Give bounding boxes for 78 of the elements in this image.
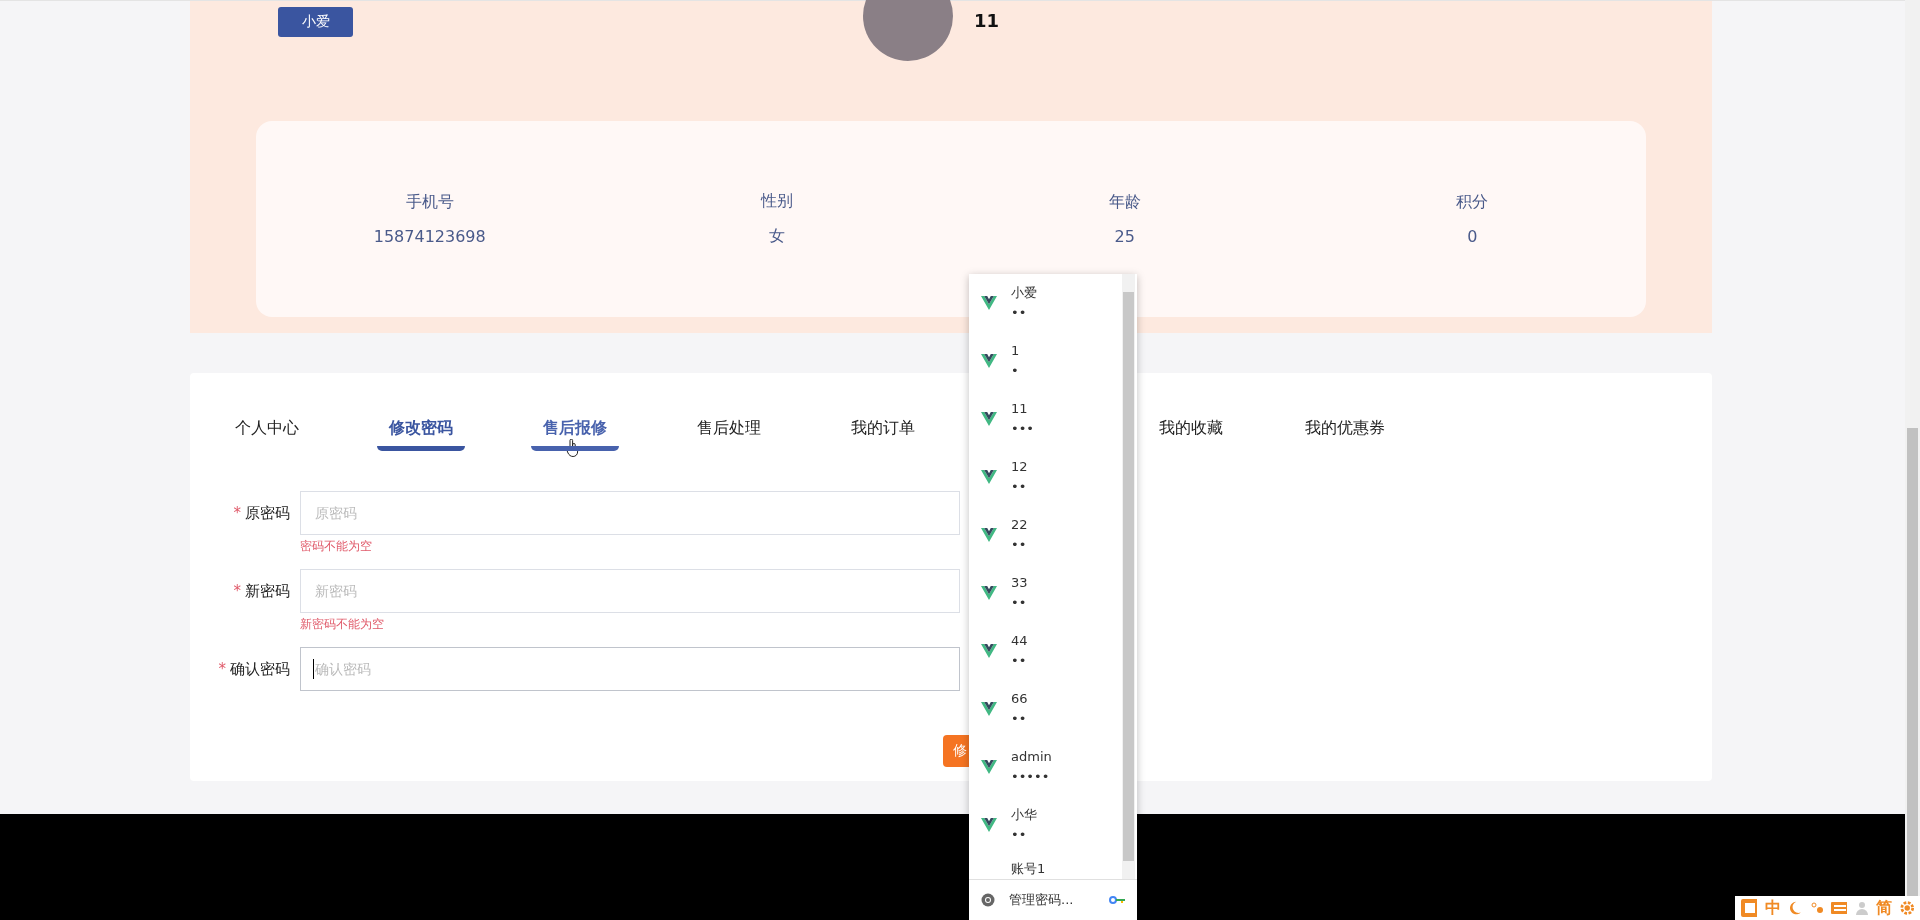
error-message: 密码不能为空	[300, 538, 373, 555]
masked-password: ••	[1011, 538, 1028, 552]
v-logo-icon	[981, 586, 997, 600]
tab[interactable]: 售后处理	[652, 405, 806, 451]
required-mark: *	[233, 581, 241, 600]
saved-username: 12	[1011, 460, 1028, 474]
key-icon	[1109, 896, 1125, 904]
stat-label: 手机号	[405, 192, 454, 213]
saved-password-item[interactable]: 账号1	[969, 854, 1121, 879]
stat-label: 年龄	[1108, 192, 1141, 213]
password-field[interactable]: 确认密码	[300, 647, 960, 691]
v-logo-icon	[981, 528, 997, 542]
saved-username: 66	[1011, 692, 1028, 706]
saved-username: 11	[1011, 402, 1029, 416]
punctuation-icon[interactable]	[1809, 900, 1823, 916]
saved-username: 账号1	[1011, 862, 1046, 876]
saved-password-item[interactable]: 1 •	[969, 332, 1121, 390]
saved-username: 44	[1011, 634, 1028, 648]
tab[interactable]: 我的订单	[806, 405, 960, 451]
saved-password-item[interactable]: 66 ••	[969, 680, 1121, 738]
required-mark: *	[218, 659, 226, 678]
user-icon[interactable]	[1854, 901, 1868, 915]
v-logo-icon	[981, 470, 997, 484]
stat-value: 女	[769, 226, 786, 247]
saved-username: 1	[1011, 344, 1020, 358]
settings-icon[interactable]	[1899, 900, 1914, 916]
saved-password-item[interactable]: 小华 ••	[969, 796, 1121, 854]
v-logo-icon	[981, 702, 997, 716]
field-label: 原密码	[245, 503, 290, 522]
masked-password: ••	[1011, 712, 1028, 726]
tab[interactable]: 我的优惠券	[1268, 405, 1422, 451]
dropdown-scrollbar[interactable]	[1122, 274, 1135, 879]
stat-label: 积分	[1456, 192, 1489, 213]
saved-password-item[interactable]: 12 ••	[969, 448, 1121, 506]
page-scrollbar[interactable]	[1905, 0, 1920, 896]
masked-password: ••	[1011, 306, 1028, 320]
stat-value: 15874123698	[373, 227, 486, 246]
stat-value: 0	[1467, 227, 1478, 246]
tab[interactable]: 个人中心	[190, 405, 344, 451]
saved-password-item[interactable]: 44 ••	[969, 622, 1121, 680]
masked-password: ••	[1011, 480, 1028, 494]
required-mark: *	[233, 503, 241, 522]
v-logo-icon	[981, 412, 997, 426]
masked-password: •••••	[1011, 770, 1051, 784]
saved-username: 22	[1011, 518, 1028, 532]
stat-value: 25	[1114, 227, 1135, 246]
masked-password: ••	[1011, 828, 1028, 842]
password-field[interactable]: 新密码	[300, 569, 960, 613]
moon-icon[interactable]	[1789, 900, 1802, 916]
v-logo-icon	[981, 354, 997, 368]
saved-username: 小华	[1011, 808, 1037, 822]
text-cursor	[313, 659, 314, 679]
saved-password-item[interactable]: 33 ••	[969, 564, 1121, 622]
tab[interactable]: 修改密码	[344, 405, 498, 451]
username: 11	[974, 10, 1000, 31]
field-label: 确认密码	[230, 659, 290, 678]
chrome-icon	[981, 893, 995, 907]
saved-password-item[interactable]: 小爱 ••	[969, 274, 1121, 332]
manage-passwords-item[interactable]: 管理密码...	[969, 879, 1137, 920]
saved-password-item[interactable]: 22 ••	[969, 506, 1121, 564]
v-logo-icon	[981, 818, 997, 832]
keyboard-icon[interactable]	[1830, 902, 1847, 914]
masked-password: •••	[1011, 422, 1034, 436]
v-logo-icon	[981, 296, 997, 310]
masked-password: •	[1011, 364, 1020, 378]
stat-label: 性别	[761, 191, 794, 212]
name-button[interactable]: 小爱	[278, 7, 353, 37]
saved-username: 小爱	[1011, 286, 1037, 300]
masked-password: ••	[1011, 596, 1028, 610]
saved-username: 33	[1011, 576, 1028, 590]
saved-username: admin	[1011, 750, 1052, 764]
password-field[interactable]: 原密码	[300, 491, 960, 535]
v-logo-icon	[981, 644, 997, 658]
v-logo-icon	[981, 760, 997, 774]
error-message: 新密码不能为空	[300, 616, 385, 633]
field-label: 新密码	[245, 581, 290, 600]
saved-password-item[interactable]: admin •••••	[969, 738, 1121, 796]
masked-password: ••	[1011, 654, 1028, 668]
